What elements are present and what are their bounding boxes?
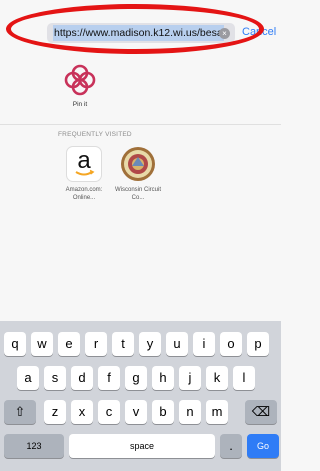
key-u[interactable]: u xyxy=(166,332,188,356)
space-key[interactable]: space xyxy=(69,434,215,458)
key-z[interactable]: z xyxy=(44,400,66,424)
key-v[interactable]: v xyxy=(125,400,147,424)
pin-it-label: Pin it xyxy=(72,101,88,108)
key-x[interactable]: x xyxy=(71,400,93,424)
amazon-icon: a xyxy=(66,146,102,182)
url-text[interactable]: https://www.madison.k12.wi.us/besa xyxy=(53,25,224,41)
key-d[interactable]: d xyxy=(71,366,93,390)
key-g[interactable]: g xyxy=(125,366,147,390)
favorite-wisconsin-circuit-court[interactable]: Wisconsin Circuit Co... xyxy=(115,146,161,202)
key-q[interactable]: q xyxy=(4,332,26,356)
key-t[interactable]: t xyxy=(112,332,134,356)
address-bar-area: https://www.madison.k12.wi.us/besa × Can… xyxy=(0,0,281,64)
key-w[interactable]: w xyxy=(31,332,53,356)
shift-key[interactable]: ⇧ xyxy=(4,400,36,424)
key-f[interactable]: f xyxy=(98,366,120,390)
wisconsin-seal-icon xyxy=(120,146,156,182)
url-field[interactable]: https://www.madison.k12.wi.us/besa × xyxy=(47,23,235,43)
frequently-visited-heading: FREQUENTLY VISITED xyxy=(58,131,132,138)
key-j[interactable]: j xyxy=(179,366,201,390)
key-n[interactable]: n xyxy=(179,400,201,424)
key-l[interactable]: l xyxy=(233,366,255,390)
key-h[interactable]: h xyxy=(152,366,174,390)
delete-key[interactable]: ⌫ xyxy=(245,400,277,424)
key-k[interactable]: k xyxy=(206,366,228,390)
key-e[interactable]: e xyxy=(58,332,80,356)
key-p[interactable]: p xyxy=(247,332,269,356)
cancel-button[interactable]: Cancel xyxy=(242,26,276,38)
key-m[interactable]: m xyxy=(206,400,228,424)
key-o[interactable]: o xyxy=(220,332,242,356)
amazon-label: Amazon.com: Online... xyxy=(65,187,103,201)
pin-it-knot-icon xyxy=(62,62,98,98)
key-b[interactable]: b xyxy=(152,400,174,424)
key-r[interactable]: r xyxy=(85,332,107,356)
key-a[interactable]: a xyxy=(17,366,39,390)
key-s[interactable]: s xyxy=(44,366,66,390)
numbers-key[interactable]: 123 xyxy=(4,434,64,458)
keyboard: q w e r t y u i o p a s d f g h j k l ⇧ … xyxy=(0,321,281,471)
favorite-amazon[interactable]: a Amazon.com: Online... xyxy=(61,146,107,202)
key-y[interactable]: y xyxy=(139,332,161,356)
key-i[interactable]: i xyxy=(193,332,215,356)
pinned-item-pin-it[interactable]: Pin it xyxy=(58,62,102,108)
go-button[interactable]: Go xyxy=(247,434,279,458)
key-c[interactable]: c xyxy=(98,400,120,424)
period-key[interactable]: . xyxy=(220,434,242,458)
clear-icon[interactable]: × xyxy=(219,28,230,39)
wisconsin-label: Wisconsin Circuit Co... xyxy=(115,187,162,201)
section-divider xyxy=(0,124,281,125)
